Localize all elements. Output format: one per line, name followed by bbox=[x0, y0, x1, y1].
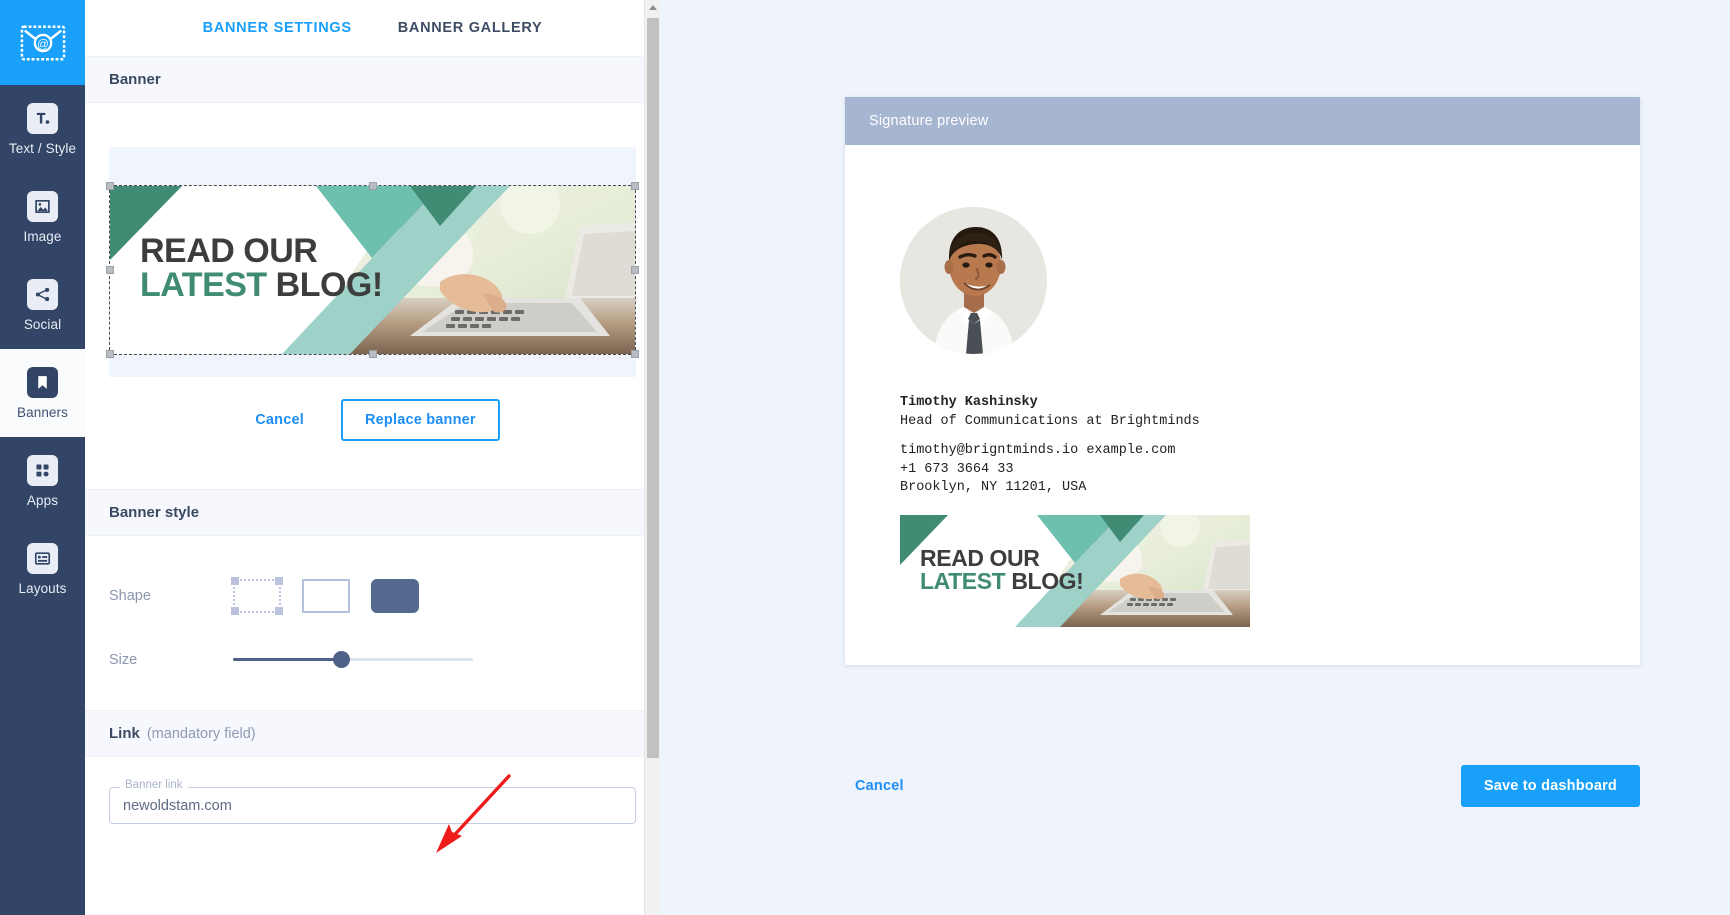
sidebar-item-text-style[interactable]: Text / Style bbox=[0, 85, 85, 173]
link-section-note: (mandatory field) bbox=[146, 725, 256, 742]
sidebar-item-label: Apps bbox=[26, 492, 59, 508]
signature-address: Brooklyn, NY 11201, USA bbox=[900, 480, 1087, 495]
slider-knob[interactable] bbox=[333, 651, 350, 668]
banner-editor-panel: BANNER SETTINGS BANNER GALLERY Banner RE… bbox=[85, 0, 660, 915]
scrollbar-thumb[interactable] bbox=[647, 18, 659, 758]
image-icon bbox=[27, 190, 58, 222]
shape-option-rounded[interactable] bbox=[371, 579, 419, 613]
bookmark-icon bbox=[27, 366, 58, 398]
size-slider[interactable] bbox=[233, 650, 473, 670]
link-section-header: Link (mandatory field) bbox=[85, 710, 660, 757]
svg-text:READ OUR: READ OUR bbox=[140, 232, 317, 270]
signature-banner-image[interactable]: READ OUR LATEST BLOG! bbox=[900, 514, 1250, 627]
sidebar-item-banners[interactable]: Banners bbox=[0, 349, 85, 437]
sidebar-item-label: Banners bbox=[17, 404, 68, 420]
banner-style-title: Banner style bbox=[109, 504, 200, 521]
resize-handle-bottom-left[interactable] bbox=[106, 350, 114, 358]
link-section-title: Link bbox=[109, 725, 140, 742]
shape-options bbox=[231, 577, 419, 615]
sidebar-item-apps[interactable]: Apps bbox=[0, 437, 85, 525]
svg-text:LATEST BLOG!: LATEST BLOG! bbox=[140, 266, 383, 304]
avatar bbox=[900, 207, 1047, 354]
preview-action-bar: Cancel Save to dashboard bbox=[845, 765, 1640, 807]
replace-banner-button[interactable]: Replace banner bbox=[340, 399, 500, 441]
left-nav-rail: @ Text / Style Image Social Banners Apps… bbox=[0, 0, 85, 915]
scroll-up-arrow-icon[interactable] bbox=[649, 5, 657, 10]
resize-handle-middle-right[interactable] bbox=[631, 266, 639, 274]
banner-section-header: Banner bbox=[85, 56, 660, 103]
grid-icon bbox=[27, 454, 58, 486]
sidebar-item-label: Text / Style bbox=[8, 140, 77, 156]
resize-handle-middle-left[interactable] bbox=[106, 266, 114, 274]
size-label: Size bbox=[109, 652, 138, 668]
square-rect-icon bbox=[302, 579, 350, 613]
signature-preview-pane: Signature preview Timothy Kashinsky Head… bbox=[660, 0, 1730, 915]
signature-phone: +1 673 3664 33 bbox=[900, 461, 1014, 477]
cancel-banner-button[interactable]: Cancel bbox=[245, 404, 314, 436]
banner-stage: READ OUR LATEST BLOG! Cancel Replace ban… bbox=[85, 147, 660, 477]
sidebar-item-label: Layouts bbox=[18, 580, 67, 596]
tab-banner-settings[interactable]: BANNER SETTINGS bbox=[201, 16, 354, 40]
shape-option-square[interactable] bbox=[302, 579, 350, 613]
sidebar-item-social[interactable]: Social bbox=[0, 261, 85, 349]
share-icon bbox=[27, 278, 58, 310]
banner-link-field: Banner link bbox=[109, 779, 636, 824]
banner-preview-selected[interactable]: READ OUR LATEST BLOG! bbox=[106, 182, 639, 358]
slider-fill bbox=[233, 658, 341, 661]
signature-preview-card: Signature preview Timothy Kashinsky Head… bbox=[845, 97, 1640, 665]
svg-text:LATEST BLOG!: LATEST BLOG! bbox=[920, 568, 1083, 594]
signature-name: Timothy Kashinsky bbox=[900, 395, 1038, 410]
editor-tabs: BANNER SETTINGS BANNER GALLERY bbox=[85, 0, 660, 56]
signature-email: timothy@brigntminds.io example.com bbox=[900, 443, 1176, 458]
banner-link-input[interactable] bbox=[109, 787, 636, 824]
sidebar-item-layouts[interactable]: Layouts bbox=[0, 525, 85, 613]
resize-handle-top-center[interactable] bbox=[368, 182, 377, 190]
signature-text-block: Timothy Kashinsky Head of Communications… bbox=[900, 394, 1640, 498]
signature-preview-title: Signature preview bbox=[869, 113, 989, 129]
resize-handle-bottom-right[interactable] bbox=[631, 350, 639, 358]
signature-job-title: Head of Communications at Brightminds bbox=[900, 413, 1200, 429]
shape-control-row: Shape bbox=[85, 564, 660, 628]
banner-artwork: READ OUR LATEST BLOG! bbox=[110, 186, 635, 354]
resize-handle-top-left[interactable] bbox=[106, 182, 114, 190]
shape-label: Shape bbox=[109, 588, 151, 604]
banner-action-row: Cancel Replace banner bbox=[109, 399, 636, 441]
signature-body: Timothy Kashinsky Head of Communications… bbox=[845, 145, 1640, 627]
text-style-icon bbox=[27, 102, 58, 134]
rounded-rect-icon bbox=[371, 579, 419, 613]
signature-preview-header: Signature preview bbox=[845, 97, 1640, 145]
app-root: @ Text / Style Image Social Banners Apps… bbox=[0, 0, 1730, 915]
dashed-rect-icon bbox=[231, 577, 283, 615]
tab-banner-gallery[interactable]: BANNER GALLERY bbox=[396, 16, 545, 40]
resize-handle-bottom-center[interactable] bbox=[368, 350, 377, 358]
size-control-row: Size bbox=[85, 628, 660, 692]
sidebar-item-image[interactable]: Image bbox=[0, 173, 85, 261]
banner-section-title: Banner bbox=[109, 71, 161, 88]
svg-text:@: @ bbox=[37, 38, 49, 50]
banner-style-section-header: Banner style bbox=[85, 489, 660, 536]
shape-option-dashed[interactable] bbox=[231, 577, 283, 615]
sidebar-item-label: Social bbox=[23, 316, 62, 332]
layout-icon bbox=[27, 542, 58, 574]
save-to-dashboard-button[interactable]: Save to dashboard bbox=[1460, 765, 1640, 807]
editor-vertical-scrollbar[interactable] bbox=[644, 0, 660, 915]
envelope-at-icon: @ bbox=[20, 24, 65, 61]
sidebar-item-label: Image bbox=[23, 228, 62, 244]
app-logo[interactable]: @ bbox=[0, 0, 85, 85]
preview-cancel-button[interactable]: Cancel bbox=[845, 770, 914, 802]
resize-handle-top-right[interactable] bbox=[631, 182, 639, 190]
